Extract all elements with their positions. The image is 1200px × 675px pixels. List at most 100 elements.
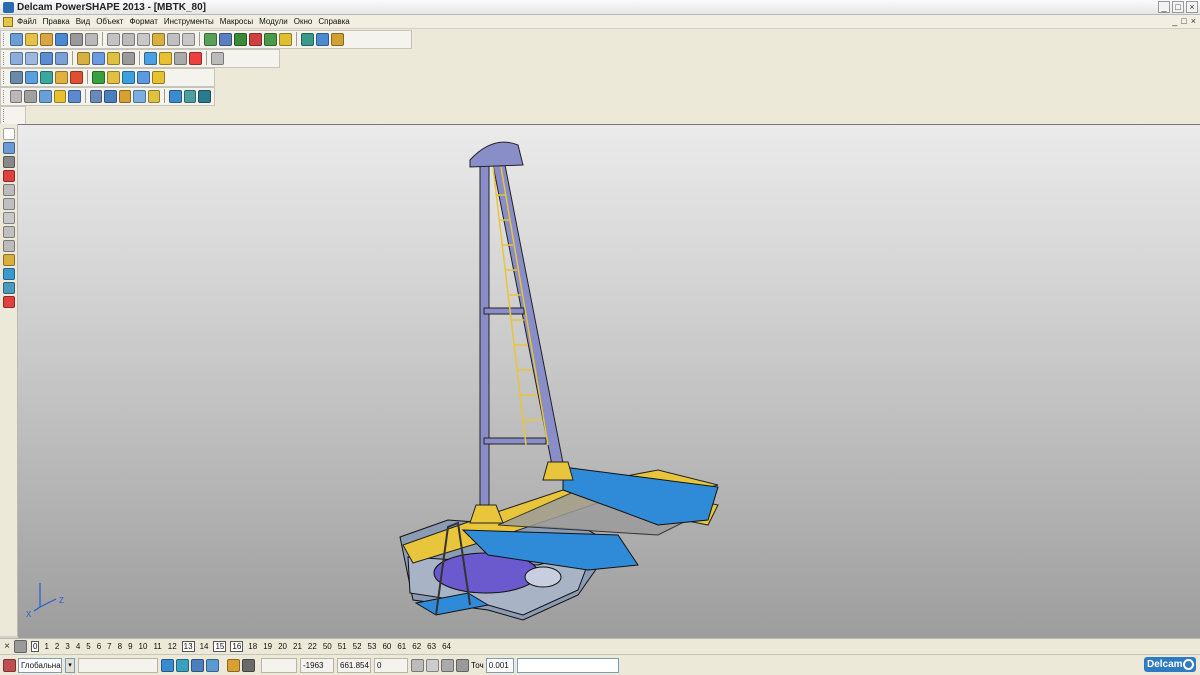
main-tool-icon-6[interactable] [85, 32, 98, 46]
tolerance-field[interactable]: 0.001 [485, 657, 514, 673]
main-tool-icon-18[interactable] [279, 32, 292, 46]
main-tool-icon-14[interactable] [219, 32, 232, 46]
main-tool-icon-9[interactable] [137, 32, 150, 46]
snap-2-icon[interactable] [176, 658, 189, 672]
level-16[interactable]: 16 [230, 641, 244, 652]
toolbar-grip[interactable] [3, 108, 6, 122]
workplane-field[interactable]: Глобальна [18, 657, 62, 673]
selection-tool-icon-11[interactable] [169, 89, 182, 103]
view-tool-icon-4[interactable] [55, 51, 68, 65]
selection-tool-icon-12[interactable] [183, 89, 197, 103]
menu-view[interactable]: Вид [76, 17, 90, 26]
menu-object[interactable]: Объект [96, 17, 123, 26]
level-14[interactable]: 14 [199, 642, 210, 651]
main-tool-icon-15[interactable] [234, 32, 247, 46]
view-tool-icon-3[interactable] [40, 51, 53, 65]
snap-icon[interactable] [161, 658, 174, 672]
left-tool-icon-13[interactable] [2, 296, 15, 308]
toolbar-grip[interactable] [3, 32, 6, 46]
main-tool-icon-21[interactable] [331, 32, 344, 46]
left-tool-icon-7[interactable] [2, 212, 15, 224]
main-tool-icon-20[interactable] [316, 32, 329, 46]
level-21[interactable]: 21 [292, 642, 303, 651]
x-coordinate-field[interactable]: -1963 [300, 657, 334, 673]
levels-icon[interactable] [14, 640, 27, 653]
menu-window[interactable]: Окно [294, 17, 313, 26]
toolbar-grip[interactable] [3, 70, 6, 84]
left-tool-icon-3[interactable] [2, 156, 15, 168]
level-19[interactable]: 19 [262, 642, 273, 651]
left-tool-icon-1[interactable] [2, 128, 15, 140]
view-tool-icon-11[interactable] [174, 51, 187, 65]
shading-tool-icon-5[interactable] [70, 70, 83, 84]
shading-tool-icon-8[interactable] [122, 70, 135, 84]
document-icon[interactable] [3, 16, 13, 27]
shading-tool-icon-3[interactable] [40, 70, 53, 84]
view-tool-icon-1[interactable] [10, 51, 23, 65]
selection-tool-icon-6[interactable] [89, 89, 103, 103]
view-tool-icon-12[interactable] [189, 51, 202, 65]
level-13[interactable]: 13 [181, 641, 195, 652]
doc-restore-button[interactable]: □ [1181, 16, 1186, 26]
left-tool-icon-6[interactable] [2, 198, 15, 210]
level-2[interactable]: 2 [54, 642, 60, 651]
level-53[interactable]: 53 [367, 642, 378, 651]
graphics-viewport[interactable]: Z X [18, 124, 1200, 638]
toolbar-grip[interactable] [3, 51, 6, 65]
toolbar-grip[interactable] [3, 89, 6, 103]
selection-tool-icon-3[interactable] [39, 89, 52, 103]
shading-tool-icon-6[interactable] [92, 70, 105, 84]
view-tool-icon-8[interactable] [122, 51, 135, 65]
grid-icon[interactable] [242, 658, 255, 672]
level-60[interactable]: 60 [381, 642, 392, 651]
left-tool-icon-12[interactable] [2, 282, 15, 294]
shading-tool-icon-10[interactable] [152, 70, 165, 84]
view-tool-icon-9[interactable] [144, 51, 157, 65]
coordinate-mode-icon[interactable] [426, 658, 439, 672]
shading-tool-icon-9[interactable] [137, 70, 150, 84]
minimize-button[interactable]: _ [1158, 1, 1170, 13]
close-button[interactable]: × [1186, 1, 1198, 13]
selection-tool-icon-9[interactable] [133, 89, 146, 103]
selection-tool-icon-4[interactable] [53, 89, 67, 103]
level-7[interactable]: 7 [106, 642, 112, 651]
calculator-icon[interactable] [411, 658, 424, 672]
shading-tool-icon-2[interactable] [25, 70, 38, 84]
z-coordinate-field[interactable]: 0 [374, 657, 408, 673]
workplane-icon[interactable] [3, 658, 16, 672]
doc-minimize-button[interactable]: _ [1172, 16, 1177, 26]
menu-macros[interactable]: Макросы [220, 17, 253, 26]
level-18[interactable]: 18 [247, 642, 258, 651]
level-62[interactable]: 62 [411, 642, 422, 651]
menu-edit[interactable]: Правка [43, 17, 70, 26]
main-tool-icon-12[interactable] [182, 32, 195, 46]
selection-tool-icon-10[interactable] [147, 89, 161, 103]
level-63[interactable]: 63 [426, 642, 437, 651]
level-0[interactable]: 0 [31, 641, 40, 652]
view-tool-icon-10[interactable] [159, 51, 172, 65]
left-tool-icon-8[interactable] [2, 226, 15, 238]
level-51[interactable]: 51 [337, 642, 348, 651]
level-10[interactable]: 10 [138, 642, 149, 651]
main-tool-icon-1[interactable] [10, 32, 23, 46]
workplane-dropdown-arrow[interactable]: ▾ [65, 657, 75, 673]
main-tool-icon-17[interactable] [264, 32, 277, 46]
shading-tool-icon-4[interactable] [55, 70, 68, 84]
level-3[interactable]: 3 [64, 642, 70, 651]
level-12[interactable]: 12 [167, 642, 178, 651]
main-tool-icon-5[interactable] [70, 32, 83, 46]
level-61[interactable]: 61 [396, 642, 407, 651]
level-15[interactable]: 15 [213, 641, 227, 652]
level-9[interactable]: 9 [127, 642, 133, 651]
main-tool-icon-16[interactable] [249, 32, 262, 46]
main-tool-icon-10[interactable] [152, 32, 165, 46]
view-tool-icon-6[interactable] [92, 51, 105, 65]
y-coordinate-field[interactable]: 661.854 [337, 657, 371, 673]
main-tool-icon-13[interactable] [204, 32, 217, 46]
menu-modules[interactable]: Модули [259, 17, 288, 26]
selection-tool-icon-7[interactable] [104, 89, 117, 103]
selection-tool-icon-13[interactable] [198, 89, 211, 103]
selection-tool-icon-2[interactable] [24, 89, 38, 103]
left-tool-icon-5[interactable] [2, 184, 15, 196]
main-tool-icon-8[interactable] [122, 32, 135, 46]
